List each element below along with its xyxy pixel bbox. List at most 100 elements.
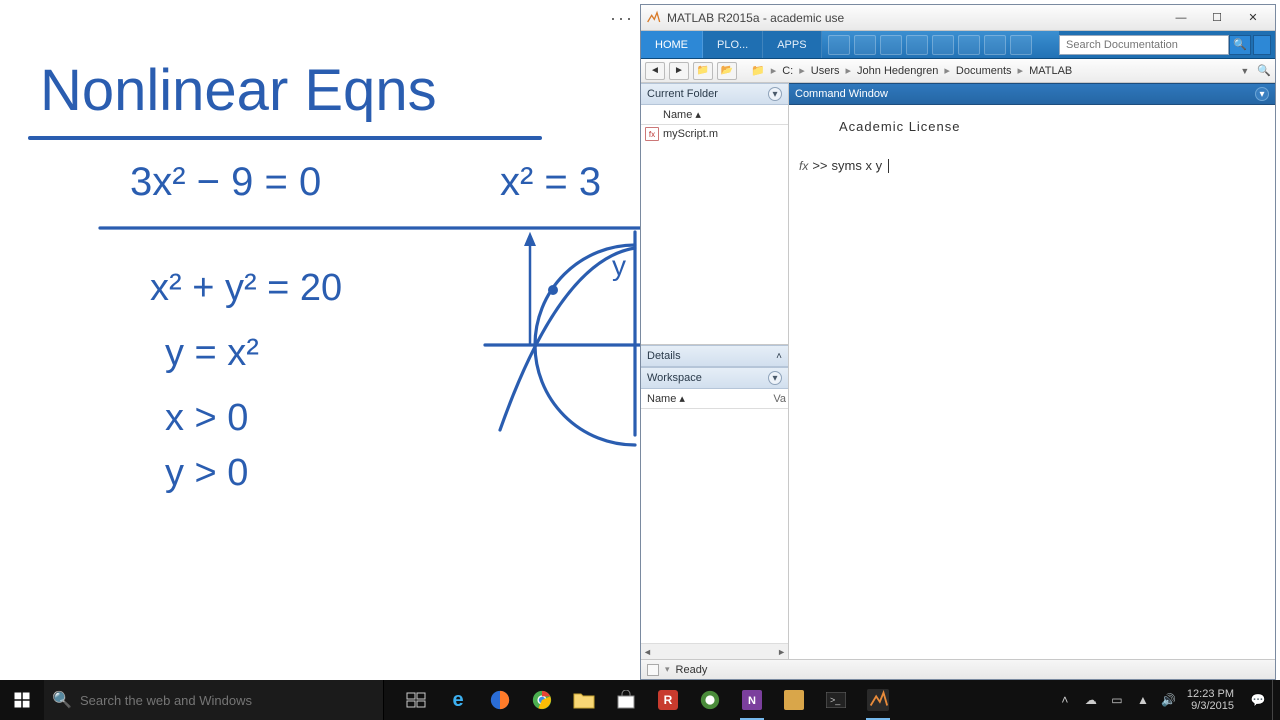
svg-text:>_: >_ [830, 695, 841, 705]
folder-icon: 📁 [751, 64, 765, 77]
equation-1: 3x² − 9 = 0 [130, 160, 321, 204]
tray-chevron-icon[interactable]: ˄ [1057, 692, 1073, 708]
equation-4: x > 0 [165, 397, 248, 439]
firefox-icon[interactable] [486, 686, 514, 714]
breadcrumb[interactable]: C: [782, 65, 793, 77]
current-folder-panel: Name ▴ fx myScript.m [641, 105, 788, 345]
file-explorer-icon[interactable] [570, 686, 598, 714]
edge-icon[interactable]: e [444, 686, 472, 714]
heading-text: Nonlinear Eqns [40, 58, 437, 123]
search-dropdown[interactable] [1253, 35, 1271, 55]
panel-menu-icon[interactable]: ▾ [768, 87, 782, 101]
show-desktop-button[interactable] [1272, 680, 1280, 720]
tray-volume-icon[interactable]: 🔊 [1161, 692, 1177, 708]
system-tray: ˄ ☁ ▭ ▲ 🔊 12:23 PM 9/3/2015 💬 [1051, 688, 1272, 712]
search-icon: 🔍 [44, 690, 80, 710]
status-bar: ▾ Ready [641, 659, 1275, 679]
m-file-icon: fx [645, 127, 659, 141]
matlab-taskbar-icon[interactable] [864, 686, 892, 714]
command-window-header[interactable]: Command Window ▾ [789, 83, 1275, 105]
status-indicator-icon [647, 664, 659, 676]
status-text: Ready [676, 664, 708, 676]
nav-fwd-button[interactable]: ► [669, 62, 689, 80]
window-title: MATLAB R2015a - academic use [667, 11, 1163, 25]
address-search-icon[interactable]: 🔍 [1257, 64, 1271, 77]
nav-browse-button[interactable]: 📂 [717, 62, 737, 80]
panel-menu-icon[interactable]: ▾ [1255, 87, 1269, 101]
workspace-panel: Name ▴ Va [641, 389, 788, 643]
breadcrumb[interactable]: MATLAB [1029, 65, 1072, 77]
task-view-button[interactable] [402, 686, 430, 714]
store-icon[interactable] [612, 686, 640, 714]
search-button[interactable]: 🔍 [1229, 35, 1251, 55]
notifications-icon[interactable]: 💬 [1250, 692, 1266, 708]
column-header-name[interactable]: Name ▴ [641, 392, 768, 405]
qat-button[interactable] [932, 35, 954, 55]
qat-button[interactable] [984, 35, 1006, 55]
panel-menu-icon[interactable]: ▾ [768, 371, 782, 385]
matlab-window: MATLAB R2015a - academic use — ☐ ✕ HOME … [640, 4, 1276, 680]
taskbar-clock[interactable]: 12:23 PM 9/3/2015 [1187, 688, 1240, 712]
tab-home[interactable]: HOME [641, 31, 703, 58]
command-input-text: syms x y [832, 158, 883, 173]
taskbar-search[interactable]: 🔍 [44, 680, 384, 720]
close-button[interactable]: ✕ [1235, 7, 1271, 29]
windows-logo-icon [13, 691, 31, 709]
tray-battery-icon[interactable]: ▭ [1109, 692, 1125, 708]
qat-button[interactable] [958, 35, 980, 55]
qat-button[interactable] [828, 35, 850, 55]
tray-cloud-icon[interactable]: ☁ [1083, 692, 1099, 708]
quick-access-toolbar [822, 31, 1059, 58]
app-icon[interactable] [696, 686, 724, 714]
details-header[interactable]: Details ˄ [641, 345, 788, 367]
text-cursor [888, 159, 889, 173]
breadcrumb[interactable]: Users [811, 65, 840, 77]
search-doc-input[interactable] [1059, 35, 1229, 55]
tab-apps[interactable]: APPS [763, 31, 821, 58]
window-titlebar[interactable]: MATLAB R2015a - academic use — ☐ ✕ [641, 5, 1275, 31]
windows-taskbar: 🔍 e R N >_ ˄ ☁ ▭ ▲ 🔊 12:23 PM 9/3/2015 💬 [0, 680, 1280, 720]
qat-button[interactable] [880, 35, 902, 55]
address-dropdown-icon[interactable]: ▼ [1240, 66, 1249, 76]
fx-icon[interactable]: fx [799, 159, 808, 173]
nav-up-button[interactable]: 📁 [693, 62, 713, 80]
nav-back-button[interactable]: ◄ [645, 62, 665, 80]
equation-1b: x² = 3 [500, 160, 601, 204]
qat-button[interactable] [854, 35, 876, 55]
axis-label-y: y [612, 250, 626, 281]
file-name: myScript.m [663, 128, 718, 140]
maximize-button[interactable]: ☐ [1199, 7, 1235, 29]
chrome-icon[interactable] [528, 686, 556, 714]
workspace-header[interactable]: Workspace ▾ [641, 367, 788, 389]
breadcrumb[interactable]: John Hedengren [857, 65, 938, 77]
address-bar: ◄ ► 📁 📂 📁 ▸ C: ▸ Users ▸ John Hedengren … [641, 59, 1275, 83]
equation-3: y = x² [165, 332, 259, 374]
whiteboard-panel: ··· Nonlinear Eqns 3x² − 9 = 0 x² = 3 x²… [0, 0, 640, 680]
qat-button[interactable] [906, 35, 928, 55]
qat-button[interactable] [1010, 35, 1032, 55]
app-icon[interactable]: R [654, 686, 682, 714]
onenote-icon[interactable]: N [738, 686, 766, 714]
tab-plots[interactable]: PLO... [703, 31, 763, 58]
app-icon[interactable] [780, 686, 808, 714]
start-button[interactable] [0, 680, 44, 720]
current-folder-header[interactable]: Current Folder ▾ [641, 83, 788, 105]
command-prompt: >> [812, 158, 827, 173]
file-item[interactable]: fx myScript.m [641, 125, 788, 143]
column-header-value[interactable]: Va [768, 393, 788, 405]
taskbar-search-input[interactable] [80, 693, 383, 708]
command-window[interactable]: Academic License fx >> syms x y [789, 105, 1275, 659]
minimize-button[interactable]: — [1163, 7, 1199, 29]
breadcrumb[interactable]: Documents [956, 65, 1012, 77]
column-header-name[interactable]: Name ▴ [641, 105, 788, 125]
matlab-icon [645, 10, 661, 26]
license-text: Academic License [839, 119, 1265, 134]
equation-5: y > 0 [165, 452, 248, 494]
tray-network-icon[interactable]: ▲ [1135, 692, 1151, 708]
toolstrip: HOME PLO... APPS 🔍 [641, 31, 1275, 59]
horizontal-scrollbar[interactable]: ◄► [641, 643, 788, 659]
equation-2: x² + y² = 20 [150, 267, 342, 309]
svg-text:R: R [664, 693, 673, 707]
collapse-icon[interactable]: ˄ [776, 351, 782, 362]
terminal-icon[interactable]: >_ [822, 686, 850, 714]
